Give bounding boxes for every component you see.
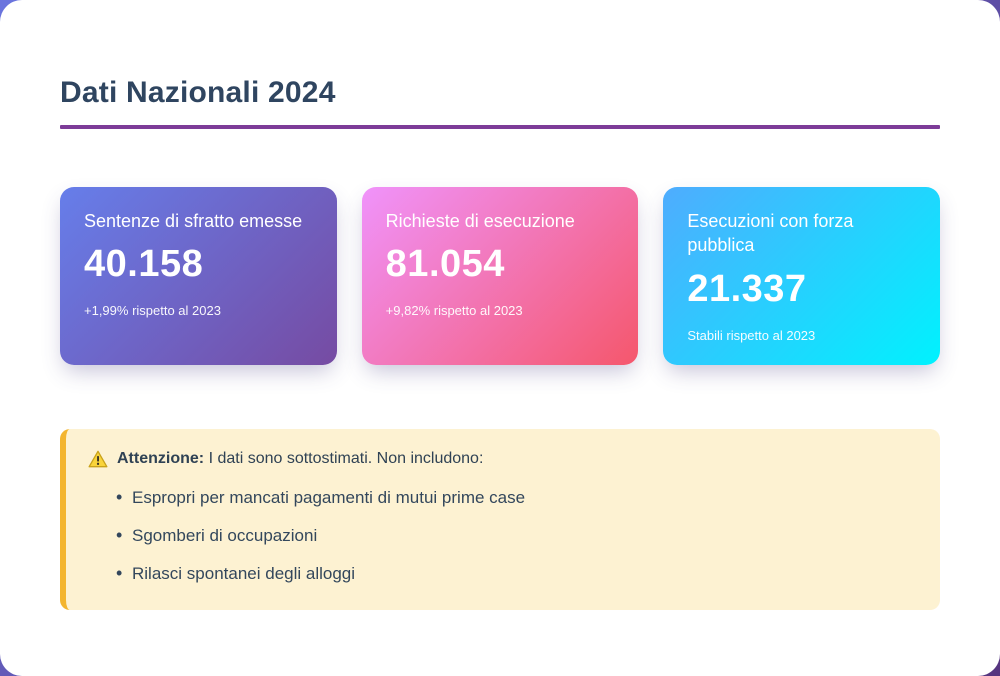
warning-title: Attenzione: <box>117 449 205 467</box>
warning-subtitle: I dati sono sottostimati. Non includono: <box>208 449 484 467</box>
stat-label: Sentenze di sfratto emesse <box>84 211 303 231</box>
stat-card-richieste: Richieste di esecuzione 81.054 +9,82% ri… <box>361 187 639 365</box>
warning-header: Attenzione: I dati sono sottostimati. No… <box>88 450 912 468</box>
stat-value: 40.158 <box>84 243 204 286</box>
title-underline <box>60 125 940 129</box>
stat-label: Esecuzioni con forza pubblica <box>687 211 854 256</box>
stat-label: Richieste di esecuzione <box>385 211 575 231</box>
warning-triangle-icon <box>88 450 108 468</box>
list-item: Rilasci spontanei degli alloggi <box>116 563 912 584</box>
content-card: Dati Nazionali 2024 Sentenze di sfratto … <box>0 0 1000 676</box>
stat-note: +1,99% rispetto al 2023 <box>84 303 221 319</box>
page-title: Dati Nazionali 2024 <box>60 76 336 109</box>
stat-value: 21.337 <box>687 267 807 310</box>
stat-card-sentenze: Sentenze di sfratto emesse 40.158 +1,99%… <box>60 187 337 365</box>
stat-cards-row: Sentenze di sfratto emesse 40.158 +1,99%… <box>60 187 941 365</box>
stat-card-esecuzioni: Esecuzioni con forza pubblica 21.337 Sta… <box>663 187 941 365</box>
page-background: Dati Nazionali 2024 Sentenze di sfratto … <box>0 0 1000 676</box>
warning-list: Espropri per mancati pagamenti di mutui … <box>88 487 912 584</box>
stat-value: 81.054 <box>385 243 505 286</box>
warning-callout: Attenzione: I dati sono sottostimati. No… <box>60 428 940 610</box>
list-item: Sgomberi di occupazioni <box>116 525 912 546</box>
warning-text: Attenzione: I dati sono sottostimati. No… <box>117 450 483 468</box>
list-item: Espropri per mancati pagamenti di mutui … <box>116 487 912 508</box>
stat-note: Stabili rispetto al 2023 <box>687 327 816 343</box>
stat-note: +9,82% rispetto al 2023 <box>385 303 523 319</box>
